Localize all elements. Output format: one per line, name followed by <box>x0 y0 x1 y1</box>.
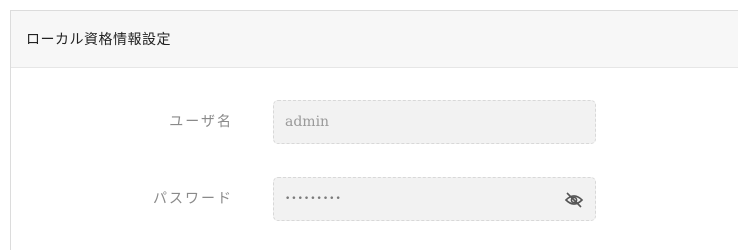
password-row: パスワード ••••••••• <box>11 177 738 221</box>
username-field[interactable]: admin <box>273 100 596 144</box>
username-row: ユーザ名 admin <box>11 100 738 144</box>
username-value: admin <box>285 114 330 130</box>
password-field[interactable]: ••••••••• <box>273 177 596 221</box>
username-label: ユーザ名 <box>169 114 233 130</box>
password-masked-value: ••••••••• <box>285 194 342 204</box>
local-credentials-panel: ローカル資格情報設定 ユーザ名 admin パスワード ••••••••• <box>10 10 738 250</box>
eye-off-icon[interactable] <box>563 189 585 211</box>
panel-header: ローカル資格情報設定 <box>11 11 738 68</box>
password-label: パスワード <box>153 191 233 207</box>
panel-title: ローカル資格情報設定 <box>26 32 171 48</box>
